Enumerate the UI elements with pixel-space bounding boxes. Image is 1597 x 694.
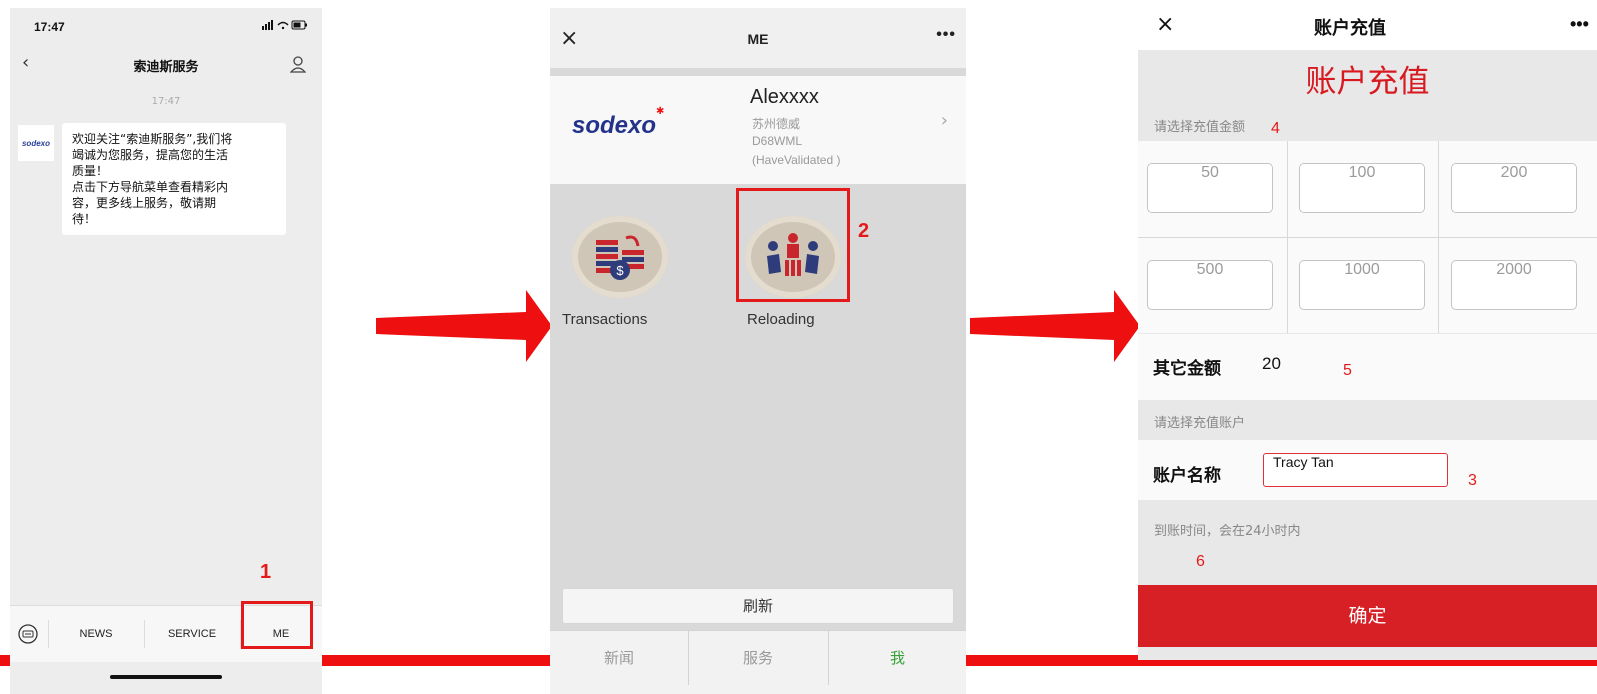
more-options-icon[interactable]: ••• (1570, 14, 1589, 35)
grid-divider (1287, 141, 1288, 333)
message-line: 竭诚为您服务，提高您的生活 (72, 148, 229, 162)
marker-3: 3 (1468, 472, 1477, 489)
page-title: 索迪斯服务 (133, 60, 199, 75)
marker-5: 5 (1343, 362, 1352, 379)
refresh-button[interactable]: 刷新 (562, 588, 954, 624)
message-line: 待！ (72, 212, 97, 226)
amount-option-50[interactable]: 50 (1147, 163, 1273, 213)
status-bar: 17:47 (10, 8, 322, 42)
menu-item-service[interactable]: SERVICE (144, 628, 240, 640)
transactions-label: Transactions (562, 311, 648, 328)
home-indicator[interactable] (110, 675, 222, 679)
page-title: 账户充值 (1314, 18, 1386, 39)
recharge-heading: 账户充值 (1305, 64, 1430, 100)
chevron-right-icon: › (940, 110, 948, 131)
account-name-label: 账户名称 (1153, 466, 1221, 486)
svg-text:$: $ (616, 263, 624, 278)
step-marker-1: 1 (260, 561, 272, 583)
nav-bar: ‹ 索迪斯服务 (10, 52, 322, 78)
user-code: D68WML (752, 134, 803, 148)
screen-wechat-account: 17:47 ‹ 索迪斯服务 17:47 sodexo 欢迎关注“索迪斯服务”,我… (10, 8, 322, 694)
account-name-input[interactable]: Tracy Tan (1263, 453, 1448, 487)
amount-option-500[interactable]: 500 (1147, 260, 1273, 310)
message-line: 容，更多线上服务，敬请期 (72, 196, 217, 210)
marker-6: 6 (1196, 553, 1205, 570)
other-amount-label: 其它金额 (1153, 359, 1221, 379)
top-bar: × 账户充值 ••• (1138, 0, 1597, 50)
user-status: (HaveValidated ) (752, 153, 841, 167)
amount-option-1000[interactable]: 1000 (1299, 260, 1425, 310)
highlight-box-me (241, 601, 313, 649)
user-school: 苏州德威 (752, 117, 801, 131)
more-options-icon[interactable]: ••• (936, 26, 956, 44)
menu-item-news[interactable]: NEWS (48, 628, 144, 640)
tab-news[interactable]: 新闻 (550, 631, 688, 685)
welcome-message-bubble: 欢迎关注“索迪斯服务”,我们将 竭诚为您服务，提高您的生活 质量！ 点击下方导航… (62, 123, 286, 235)
sodexo-logo: sodexo (572, 112, 657, 139)
status-time: 17:47 (34, 20, 65, 34)
arrival-time-note: 到账时间，会在24小时内 (1154, 524, 1301, 539)
arrow-right-icon (970, 290, 1140, 362)
grid-divider (1438, 141, 1439, 333)
message-timestamp: 17:47 (151, 96, 181, 107)
highlight-box-reloading (736, 188, 850, 302)
select-amount-label: 请选择充值金额 (1154, 120, 1246, 135)
coins-icon: $ (596, 235, 644, 280)
reloading-label: Reloading (747, 311, 815, 328)
keyboard-icon[interactable] (18, 624, 38, 644)
message-line: 质量！ (72, 164, 109, 178)
sodexo-avatar[interactable]: sodexo (18, 125, 54, 161)
close-icon[interactable]: × (1156, 12, 1174, 37)
confirm-button[interactable]: 确定 (1138, 585, 1597, 647)
step-marker-2: 2 (858, 220, 870, 242)
amount-option-100[interactable]: 100 (1299, 163, 1425, 213)
other-amount-input[interactable]: 20 (1262, 354, 1281, 374)
amount-grid: 50 100 200 500 1000 2000 (1138, 141, 1597, 333)
screen-account-recharge: × 账户充值 ••• 账户充值 请选择充值金额 4 50 100 200 500… (1138, 0, 1597, 660)
user-name: Alexxxx (750, 86, 819, 108)
user-card[interactable]: sodexo ✱ Alexxxx 苏州德威 D68WML (HaveValida… (550, 76, 966, 184)
transactions-button[interactable]: $ (572, 216, 668, 298)
person-icon[interactable] (290, 55, 306, 73)
signal-wifi-battery-icon (262, 20, 308, 33)
tab-service[interactable]: 服务 (689, 631, 827, 685)
screen-me: × ME ••• sodexo ✱ Alexxxx 苏州德威 D68WML (H… (550, 8, 966, 694)
tab-me[interactable]: 我 (829, 631, 966, 685)
top-bar: × ME ••• (550, 8, 966, 68)
amount-option-200[interactable]: 200 (1451, 163, 1577, 213)
message-line: 欢迎关注“索迪斯服务”,我们将 (72, 132, 233, 146)
message-line: 点击下方导航菜单查看精彩内 (72, 180, 229, 194)
grid-divider (1138, 237, 1597, 238)
marker-4: 4 (1271, 120, 1280, 137)
page-title: ME (747, 31, 769, 47)
arrow-right-icon (376, 290, 552, 362)
logo-star-icon: ✱ (656, 106, 665, 117)
tab-bar: 新闻 服务 我 (550, 630, 966, 694)
cropped-header-fragment: ▔▔ ▔▔▔▔▔ ▔ (40, 0, 208, 11)
select-account-label: 请选择充值账户 (1154, 416, 1246, 431)
amount-option-2000[interactable]: 2000 (1451, 260, 1577, 310)
